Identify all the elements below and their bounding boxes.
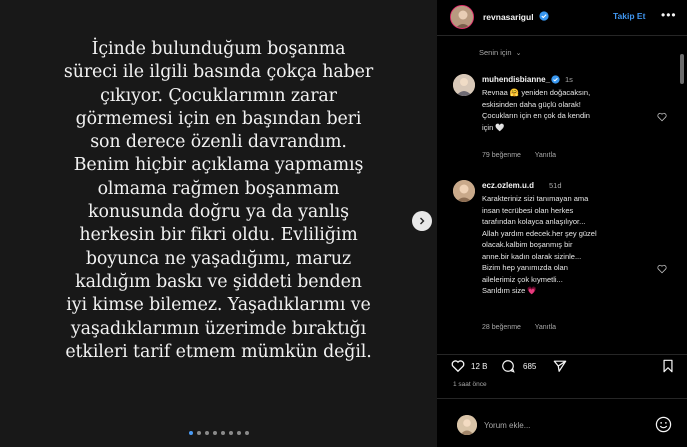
comments-count[interactable]: 685	[523, 362, 536, 371]
chevron-down-icon: ⌄	[515, 50, 522, 57]
post-image: İçinde bulunduğum boşanma süreci ile ilg…	[0, 0, 437, 447]
carousel-dot	[236, 431, 241, 435]
profile-photo-icon	[457, 415, 477, 435]
more-options-icon[interactable]: •••	[661, 8, 677, 22]
reply-button[interactable]: Yanıtla	[535, 152, 556, 159]
comment-input[interactable]	[484, 417, 644, 433]
comment-username[interactable]: ecz.ozlem.u.d	[482, 181, 534, 190]
post-text-line: İçinde bulunduğum boşanma	[91, 39, 346, 59]
comment-meta: 79 beğenme Yanıtla	[482, 152, 568, 159]
post-text-line: görmemesi için en başından beri	[75, 108, 362, 129]
comment-text: Revnaa 🤗 yeniden doğacaksın, eskisinden …	[482, 87, 590, 133]
bookmark-icon[interactable]	[661, 359, 675, 373]
comment-text-line: Revnaa 🤗 yeniden doğacaksın,	[482, 88, 591, 97]
post-text-line: iyi kimse bilemez. Yaşadıklarımı ve	[66, 295, 371, 316]
comment-text-line: anne.bir kadın olarak sizinle...	[482, 251, 582, 261]
heart-icon[interactable]	[657, 112, 667, 122]
post-text-line: olmama rağmen boşanmam	[97, 178, 340, 199]
post-text-line: süreci ile ilgili basında çokça haber	[63, 62, 374, 83]
comment-text-line: Karakteriniz sizi tanımayan ama	[482, 194, 589, 203]
avatar[interactable]	[450, 5, 474, 29]
carousel-dot	[228, 431, 233, 435]
post-text-line: herkesin bir fikri oldu. Evliliğim	[79, 225, 358, 246]
avatar[interactable]	[453, 180, 475, 202]
post-text-line: boyunca ne yaşadığımı, maruz	[85, 248, 352, 269]
carousel-dot	[244, 431, 249, 435]
post-text-line: Benim hiçbir açıklama yapmamış	[73, 155, 364, 176]
follow-button[interactable]: Takip Et	[613, 11, 645, 21]
post-caption-image-text: İçinde bulunduğum boşanma süreci ile ilg…	[30, 38, 407, 364]
post-text-line: etkileri tarif etmem mümkün değil.	[65, 341, 372, 362]
avatar	[457, 415, 477, 435]
carousel-dot	[212, 431, 217, 435]
comment-text: Karakteriniz sizi tanımayan ama insan te…	[482, 193, 597, 297]
post-timestamp: 1 saat önce	[453, 381, 487, 388]
heart-icon[interactable]	[657, 264, 667, 274]
comment-meta: 28 beğenme Yanıtla	[482, 324, 568, 331]
post-header: revnasarigul Takip Et •••	[437, 0, 687, 36]
carousel-dots	[0, 431, 437, 435]
comment-text-line: insan tecrübesi olan herkes	[482, 205, 574, 215]
comment-username[interactable]: muhendisbianne_	[482, 75, 550, 84]
smile-icon[interactable]	[655, 416, 672, 433]
carousel-dot	[196, 431, 201, 435]
heart-icon[interactable]	[451, 359, 465, 373]
comment-text-line: Çocukların için en çok da kendin	[482, 111, 590, 120]
comment-text-line: Allah yardım edecek.her şey güzel	[482, 228, 597, 238]
post-actions-bar: 12 B 685	[437, 354, 687, 374]
comment-sort-dropdown[interactable]: Senin için ⌄	[479, 48, 522, 57]
next-slide-button[interactable]	[412, 211, 432, 231]
share-icon[interactable]	[553, 359, 567, 373]
comment-likes-link[interactable]: 28 beğenme	[482, 324, 521, 331]
profile-photo-icon	[451, 6, 473, 28]
post-side-panel: revnasarigul Takip Et ••• Senin için ⌄ m…	[437, 0, 687, 447]
comment-item: ecz.ozlem.u.d 51d Karakteriniz sizi tanı…	[437, 176, 687, 346]
comment-text-line: olacak.kalbim boşanmış bir	[482, 240, 573, 249]
comment-time: 1s	[565, 75, 573, 84]
comment-item: muhendisbianne_ 1s Revnaa 🤗 yeniden doğa…	[437, 70, 687, 160]
comment-text-line: eskisinden daha güçlü olarak!	[482, 99, 581, 109]
post-text-line: son derece özenli davrandım.	[90, 132, 347, 153]
chevron-right-icon	[420, 217, 425, 225]
comment-time: 51d	[549, 181, 562, 190]
post-text-line: çıkıyor. Çocuklarımın zarar	[100, 85, 337, 106]
post-text-line: kaldığım baskı ve şiddeti benden	[75, 271, 362, 292]
likes-count[interactable]: 12 B	[471, 362, 487, 371]
profile-photo-icon	[453, 74, 475, 96]
comment-text-line: tarafından kolayca anlaşılıyor...	[482, 217, 586, 226]
post-text-line: yaşadıklarımın üzerimde bıraktığı	[70, 318, 367, 339]
comment-sort-label: Senin için	[479, 48, 512, 57]
profile-photo-icon	[453, 180, 475, 202]
comment-icon[interactable]	[501, 359, 515, 373]
carousel-dot	[188, 431, 193, 435]
carousel-dot	[220, 431, 225, 435]
reply-button[interactable]: Yanıtla	[535, 324, 556, 331]
verified-badge-icon	[539, 11, 549, 21]
carousel-dot	[204, 431, 209, 435]
comment-text-line: ailelerimiz çok kıymetli...	[482, 274, 563, 284]
verified-badge-icon	[551, 75, 560, 84]
comment-text-line: Bizim hep yanımızda olan	[482, 263, 568, 272]
comment-text-line: için 🤍	[482, 122, 505, 132]
username-link[interactable]: revnasarigul	[483, 12, 534, 22]
post-text-line: konusunda doğru ya da yanlış	[88, 202, 349, 223]
avatar[interactable]	[453, 74, 475, 96]
add-comment-area	[437, 398, 687, 447]
comment-text-line: Sarıldım size 💗	[482, 286, 537, 295]
comment-likes-link[interactable]: 79 beğenme	[482, 152, 521, 159]
